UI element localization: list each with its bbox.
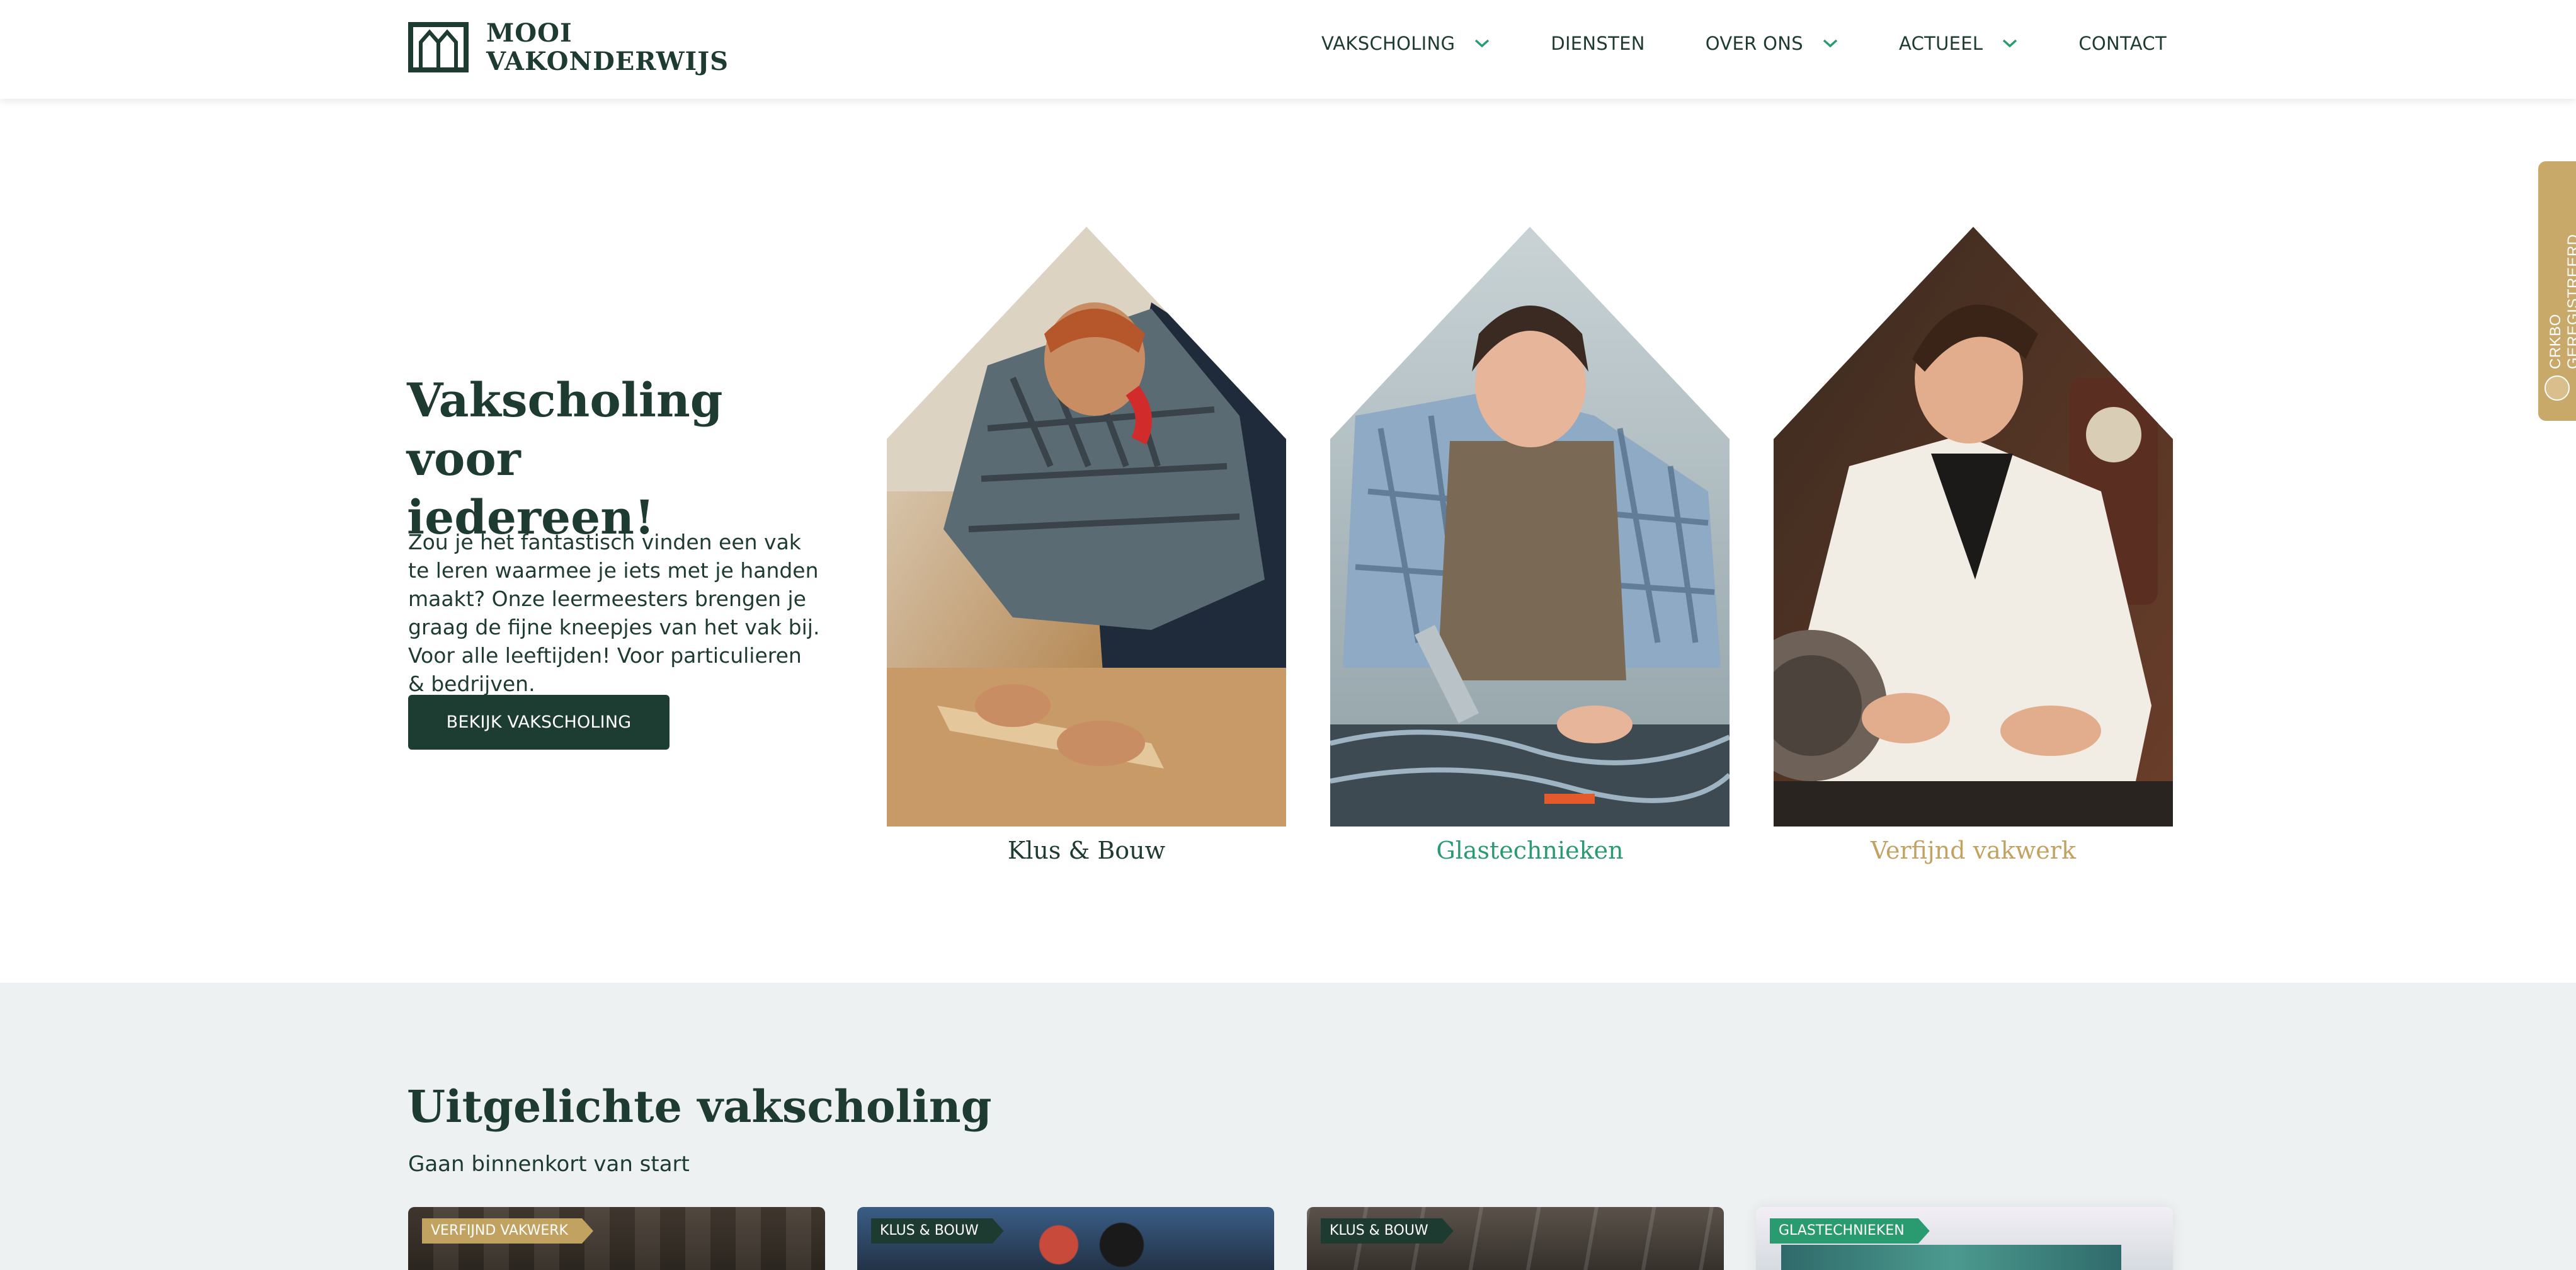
card-tag: GLASTECHNIEKEN: [1770, 1218, 1930, 1244]
category-label-glastechnieken[interactable]: Glastechnieken: [1330, 837, 1730, 864]
nav-label: OVER ONS: [1705, 33, 1803, 54]
card-image: [1781, 1245, 2121, 1270]
nav-label: DIENSTEN: [1551, 33, 1645, 54]
featured-card[interactable]: KLUS & BOUW: [1307, 1207, 1724, 1270]
chevron-down-icon: [1823, 39, 1838, 48]
featured-section: [0, 983, 2576, 1270]
logo-line-2: VAKONDERWIJS: [486, 47, 729, 76]
view-vakscholing-button[interactable]: BEKIJK VAKSCHOLING: [408, 695, 670, 750]
crkbo-registered-tab[interactable]: CRKBO GEREGISTREERD: [2538, 161, 2576, 421]
nav-item-vakscholing[interactable]: VAKSCHOLING: [1321, 33, 1490, 54]
chevron-down-icon: [1475, 39, 1490, 48]
featured-card[interactable]: GLASTECHNIEKEN: [1756, 1207, 2173, 1270]
hero-title: Vakscholing voor iedereen!: [407, 372, 848, 547]
site-logo[interactable]: MOOI VAKONDERWIJS: [407, 19, 729, 76]
glass-artisan-photo: [1330, 227, 1730, 827]
card-tag: KLUS & BOUW: [1321, 1218, 1454, 1244]
featured-card[interactable]: VERFIJND VAKWERK: [408, 1207, 825, 1270]
nav-item-over-ons[interactable]: OVER ONS: [1706, 33, 1838, 54]
category-card-glastechnieken[interactable]: [1330, 227, 1730, 827]
nav-item-diensten[interactable]: DIENSTEN: [1551, 33, 1644, 54]
logo-house-icon: [408, 22, 469, 72]
logo-line-1: MOOI: [486, 18, 573, 48]
main-nav: VAKSCHOLING DIENSTEN OVER ONS ACTUEEL CO…: [1321, 33, 2167, 54]
nav-label: ACTUEEL: [1898, 33, 1983, 54]
chevron-down-icon: [2003, 39, 2017, 48]
crkbo-label: CRKBO GEREGISTREERD: [2547, 234, 2576, 369]
card-tag: VERFIJND VAKWERK: [422, 1218, 593, 1244]
featured-subtitle: Gaan binnenkort van start: [408, 1152, 690, 1177]
logo-wordmark: MOOI VAKONDERWIJS: [486, 19, 729, 76]
nav-item-contact[interactable]: CONTACT: [2078, 33, 2167, 54]
category-card-klus-bouw[interactable]: [887, 227, 1286, 827]
nav-label: VAKSCHOLING: [1321, 33, 1456, 54]
nav-item-actueel[interactable]: ACTUEEL: [1899, 33, 2018, 54]
woodworker-photo: [887, 227, 1286, 827]
nav-label: CONTACT: [2078, 33, 2167, 54]
featured-card[interactable]: KLUS & BOUW: [857, 1207, 1274, 1270]
hero-intro-text: Zou je het fantastisch vinden een vak te…: [408, 530, 820, 696]
category-label-verfijnd-vakwerk[interactable]: Verfijnd vakwerk: [1774, 837, 2173, 864]
card-tag: KLUS & BOUW: [871, 1218, 1004, 1244]
clockmaker-photo: [1774, 227, 2173, 827]
category-card-verfijnd-vakwerk[interactable]: [1774, 227, 2173, 827]
category-label-klus-bouw[interactable]: Klus & Bouw: [887, 837, 1286, 864]
crkbo-seal-icon: [2545, 375, 2570, 401]
featured-title: Uitgelichte vakscholing: [407, 1080, 992, 1133]
site-header: MOOI VAKONDERWIJS VAKSCHOLING DIENSTEN O…: [0, 0, 2576, 99]
hero-title-line-1: Vakscholing voor: [407, 374, 723, 486]
